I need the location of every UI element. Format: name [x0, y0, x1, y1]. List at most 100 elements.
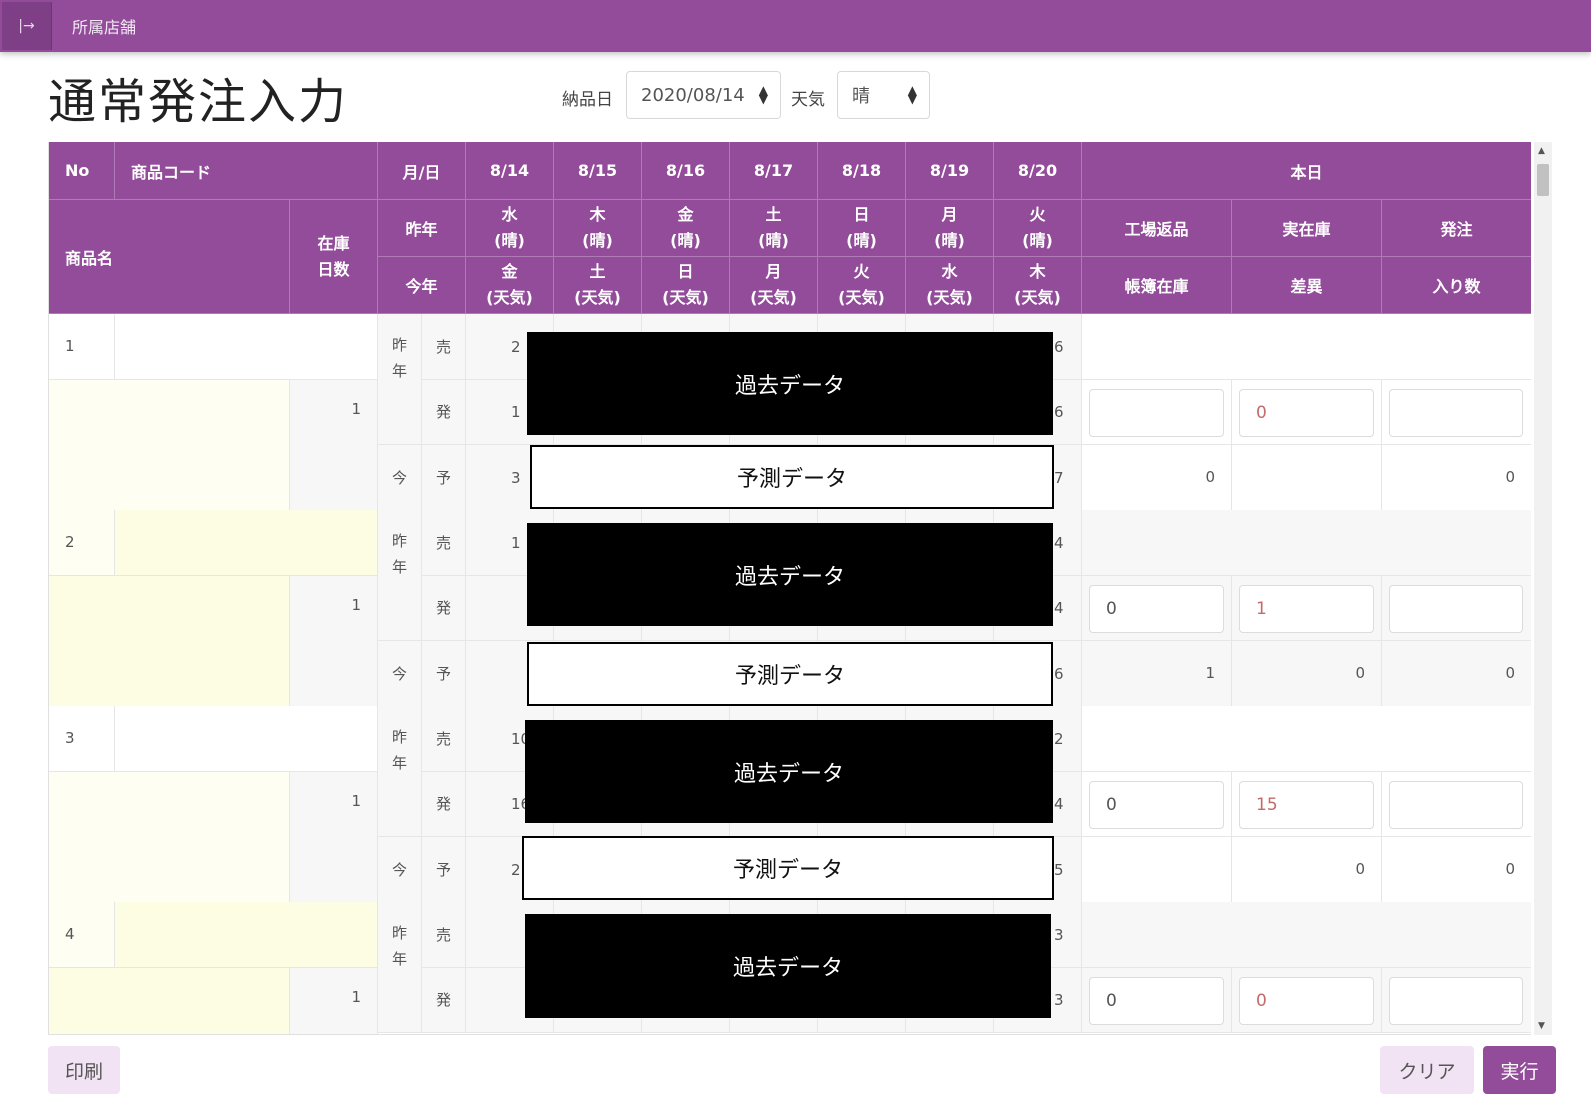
header-product-code: 商品コード [115, 142, 378, 200]
order-input[interactable] [1389, 388, 1523, 437]
product-name-cell [49, 379, 290, 511]
scroll-down-icon[interactable]: ▼ [1538, 1021, 1545, 1031]
actual-stock-input[interactable]: 15 [1239, 780, 1374, 829]
actual-stock-input[interactable]: 0 [1239, 388, 1374, 437]
scrollbar-thumb[interactable] [1537, 164, 1549, 196]
forecast-label: 予 [422, 445, 466, 511]
past-data-overlay: 過去データ [525, 914, 1051, 1018]
header-this-year: 今年 [378, 257, 466, 314]
header-this-year-day: 水 (天気) [906, 257, 994, 314]
header-today: 本日 [1082, 142, 1531, 200]
actual-stock-input[interactable]: 1 [1239, 584, 1374, 633]
today-difference: 0 [1232, 837, 1382, 903]
today-pack-qty: 0 [1382, 445, 1531, 511]
weekday: 金 [677, 205, 694, 224]
weekday: 火 [1029, 205, 1046, 224]
header-last-year-day: 木 (晴) [554, 200, 642, 257]
weekday: 日 [853, 205, 870, 224]
store-label[interactable]: 所属店舗 [72, 14, 136, 38]
header-this-year-day: 木 (天気) [994, 257, 1082, 314]
last-day-value: 4 [1054, 599, 1064, 618]
last-day-value: 4 [1054, 795, 1064, 814]
row-no: 4 [49, 902, 115, 968]
delivery-date-select[interactable]: 2020/08/14 ▲ ▼ [626, 71, 781, 119]
product-name-cell [49, 575, 290, 707]
weekday: 水 [941, 262, 958, 281]
factory-return-input[interactable] [1089, 388, 1224, 437]
this-year-label: 今 [378, 641, 422, 707]
order-input[interactable] [1389, 976, 1523, 1025]
last-year-label: 昨年 [378, 510, 422, 641]
delivery-date-label: 納品日 [562, 90, 613, 110]
scroll-up-icon[interactable]: ▲ [1538, 146, 1545, 156]
order-input[interactable] [1389, 780, 1523, 829]
header-last-year-day: 水 (晴) [466, 200, 554, 257]
select-arrows-icon: ▲ ▼ [758, 83, 768, 106]
last-day-value: 2 [1054, 729, 1064, 748]
this-year-label: 今 [378, 445, 422, 511]
weather: (天気) [1014, 288, 1061, 307]
last-year-char-1: 昨 [391, 924, 407, 942]
header-this-year-day: 日 (天気) [642, 257, 730, 314]
last-year-char-2: 年 [391, 558, 407, 576]
product-code-cell [115, 510, 378, 576]
factory-return-input[interactable]: 0 [1089, 976, 1224, 1025]
weather: (晴) [846, 231, 877, 250]
print-button[interactable]: 印刷 [48, 1046, 120, 1094]
weather: (天気) [926, 288, 973, 307]
weather: (晴) [670, 231, 701, 250]
last-day-value: 5 [1054, 860, 1064, 879]
stock-days-label-2: 日数 [317, 259, 350, 279]
today-pack-qty: 0 [1382, 641, 1531, 707]
factory-return-input[interactable]: 0 [1089, 780, 1224, 829]
weather-select[interactable]: 晴 ▲ ▼ [837, 71, 930, 119]
top-bar: |→ 所属店舗 [0, 0, 1591, 52]
weather: (天気) [838, 288, 885, 307]
stock-days-value: 1 [351, 987, 361, 1006]
product-code-cell [115, 314, 378, 380]
header-this-year-day: 月 (天気) [730, 257, 818, 314]
weather: (晴) [934, 231, 965, 250]
product-code-cell [115, 706, 378, 772]
weekday: 木 [589, 205, 606, 224]
weather: (天気) [486, 288, 533, 307]
forecast-label: 予 [422, 641, 466, 707]
grid-scrollbar[interactable]: ▲ ▼ [1534, 142, 1552, 1035]
this-year-label: 今 [378, 837, 422, 903]
stock-days-value: 1 [351, 399, 361, 418]
header-last-year-day: 金 (晴) [642, 200, 730, 257]
today-empty-cell [1082, 314, 1531, 380]
header-no: No [49, 142, 115, 200]
header-this-year-day: 金 (天気) [466, 257, 554, 314]
clear-button[interactable]: クリア [1380, 1046, 1474, 1094]
sales-label: 売 [422, 902, 466, 968]
execute-button[interactable]: 実行 [1483, 1046, 1556, 1094]
today-pack-qty: 0 [1382, 837, 1531, 903]
today-difference [1232, 445, 1382, 511]
forecast-data-overlay: 予測データ [527, 642, 1053, 706]
stock-days-value: 1 [351, 595, 361, 614]
today-book-stock [1082, 837, 1232, 903]
factory-return-input[interactable]: 0 [1089, 584, 1224, 633]
header-last-year-day: 土 (晴) [730, 200, 818, 257]
weather-label: 天気 [791, 90, 825, 110]
last-day-value: 3 [1054, 925, 1064, 944]
last-day-value: 3 [1054, 991, 1064, 1010]
order-label: 発 [422, 771, 466, 837]
header-stock-days: 在庫 日数 [290, 200, 378, 314]
actual-stock-input[interactable]: 0 [1239, 976, 1374, 1025]
today-book-stock: 1 [1082, 641, 1232, 707]
last-year-label: 昨年 [378, 902, 422, 1033]
header-book-stock: 帳簿在庫 [1082, 257, 1232, 314]
weekday: 水 [501, 205, 518, 224]
header-last-year-day: 日 (晴) [818, 200, 906, 257]
weekday: 土 [589, 262, 606, 281]
forecast-data-overlay: 予測データ [522, 836, 1054, 900]
stock-days-cell: 1 [290, 771, 378, 903]
sidebar-toggle-icon[interactable]: |→ [2, 2, 52, 50]
weekday: 金 [501, 262, 518, 281]
header-date: 8/15 [554, 142, 642, 200]
today-empty-cell [1082, 902, 1531, 968]
header-date: 8/16 [642, 142, 730, 200]
order-input[interactable] [1389, 584, 1523, 633]
